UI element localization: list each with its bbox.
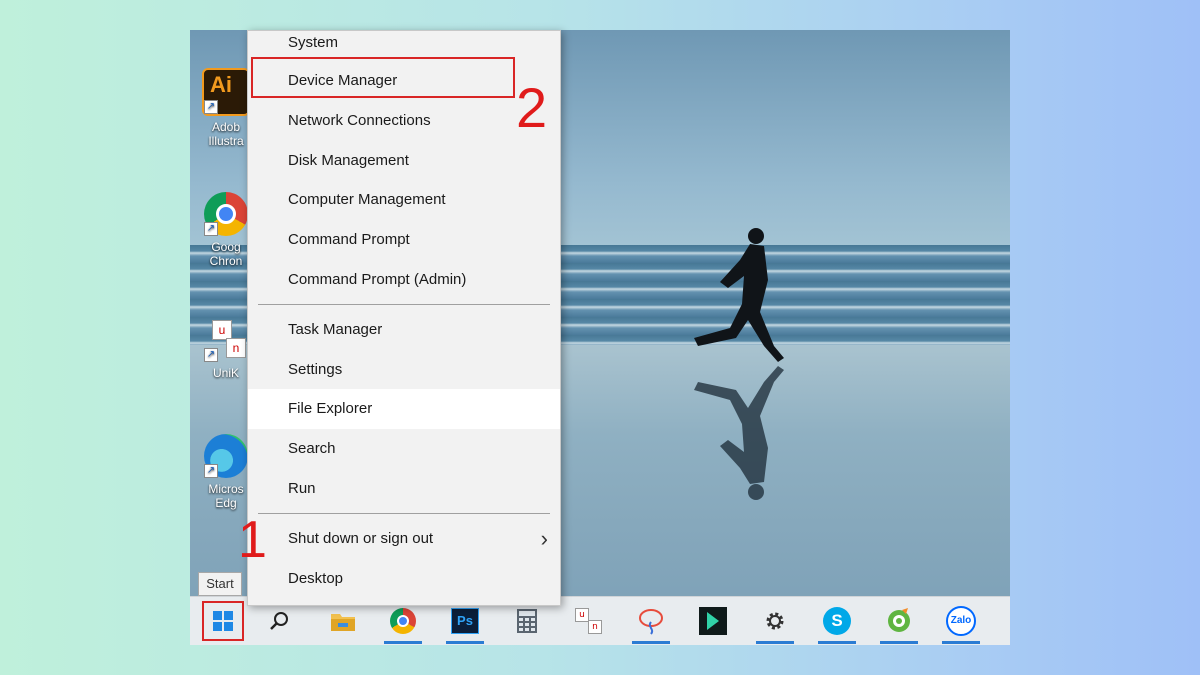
running-indicator [632, 641, 670, 644]
coccoc-icon [888, 608, 910, 632]
zalo-icon: Zalo [946, 606, 976, 636]
menu-item-disk-management[interactable]: Disk Management [248, 143, 560, 179]
menu-item-shut-down[interactable]: Shut down or sign out › [248, 521, 560, 557]
menu-item-label: Settings [288, 361, 343, 378]
menu-item-run[interactable]: Run [248, 471, 560, 507]
menu-item-label: Computer Management [288, 191, 446, 208]
menu-item-label: Disk Management [288, 152, 409, 169]
taskbar-settings[interactable] [752, 601, 798, 644]
file-explorer-icon [331, 614, 355, 631]
menu-item-search[interactable]: Search [248, 431, 560, 467]
menu-item-computer-management[interactable]: Computer Management [248, 182, 560, 218]
taskbar-coccoc[interactable] [876, 601, 922, 644]
menu-item-system[interactable]: System [248, 25, 560, 61]
menu-item-desktop[interactable]: Desktop [248, 561, 560, 597]
taskbar-zalo[interactable]: Zalo [938, 601, 984, 644]
chevron-right-icon: › [540, 526, 548, 551]
skype-icon: S [823, 607, 851, 635]
taskbar-skype[interactable]: S [814, 601, 860, 644]
menu-item-task-manager[interactable]: Task Manager [248, 312, 560, 348]
menu-item-label: Search [288, 440, 336, 457]
chrome-icon [390, 608, 416, 634]
start-tooltip: Start [198, 572, 242, 596]
start-button[interactable] [202, 601, 244, 641]
menu-item-label: Desktop [288, 570, 344, 587]
menu-item-label: Command Prompt (Admin) [288, 271, 467, 288]
menu-item-label: Network Connections [288, 112, 431, 129]
calculator-icon [517, 609, 537, 633]
running-indicator [880, 641, 918, 644]
filmora-icon [699, 607, 727, 635]
shortcut-arrow-icon: ↗ [204, 222, 218, 236]
illustrator-icon: Ai ↗ [202, 68, 250, 116]
chrome-icon: ↗ [204, 192, 248, 236]
unikey-icon: u n ↗ [204, 318, 248, 362]
taskbar-file-explorer[interactable] [320, 601, 366, 641]
taskbar-search-button[interactable] [256, 601, 302, 641]
taskbar-chrome[interactable] [380, 601, 426, 644]
search-icon [270, 612, 288, 630]
taskbar-filmora[interactable] [690, 601, 736, 641]
menu-item-settings[interactable]: Settings [248, 352, 560, 388]
menu-item-command-prompt[interactable]: Command Prompt [248, 222, 560, 258]
menu-item-label: Command Prompt [288, 231, 410, 248]
paint-icon [639, 609, 663, 635]
running-indicator [446, 641, 484, 644]
photoshop-icon: Ps [451, 608, 479, 634]
menu-item-label: System [288, 34, 339, 51]
taskbar-unikey[interactable]: u n [566, 601, 612, 641]
runner-image [694, 228, 784, 500]
power-user-menu: System Device Manager Network Connection… [247, 30, 561, 606]
shortcut-arrow-icon: ↗ [204, 100, 218, 114]
windows-logo-icon [213, 611, 233, 631]
menu-item-network-connections[interactable]: Network Connections [248, 103, 560, 139]
running-indicator [384, 641, 422, 644]
running-indicator [942, 641, 980, 644]
step-1-label: 1 [238, 511, 267, 569]
menu-item-command-prompt-admin[interactable]: Command Prompt (Admin) [248, 262, 560, 298]
menu-separator [258, 304, 550, 305]
menu-item-label: Task Manager [288, 321, 383, 338]
taskbar-calculator[interactable] [504, 601, 550, 641]
menu-separator [258, 513, 550, 514]
device-manager-highlight [251, 57, 515, 98]
shortcut-arrow-icon: ↗ [204, 464, 218, 478]
running-indicator [756, 641, 794, 644]
menu-item-label: Run [288, 480, 316, 497]
menu-item-label: Shut down or sign out [288, 530, 434, 547]
shortcut-arrow-icon: ↗ [204, 348, 218, 362]
unikey-icon: u n [575, 608, 603, 634]
running-indicator [818, 641, 856, 644]
menu-item-label: File Explorer [288, 400, 373, 417]
menu-item-file-explorer[interactable]: File Explorer [248, 389, 560, 429]
step-2-label: 2 [516, 76, 548, 139]
settings-icon [766, 612, 784, 630]
edge-icon: ↗ [204, 434, 248, 478]
taskbar-photoshop[interactable]: Ps [442, 601, 488, 644]
taskbar-paint[interactable] [628, 601, 674, 644]
